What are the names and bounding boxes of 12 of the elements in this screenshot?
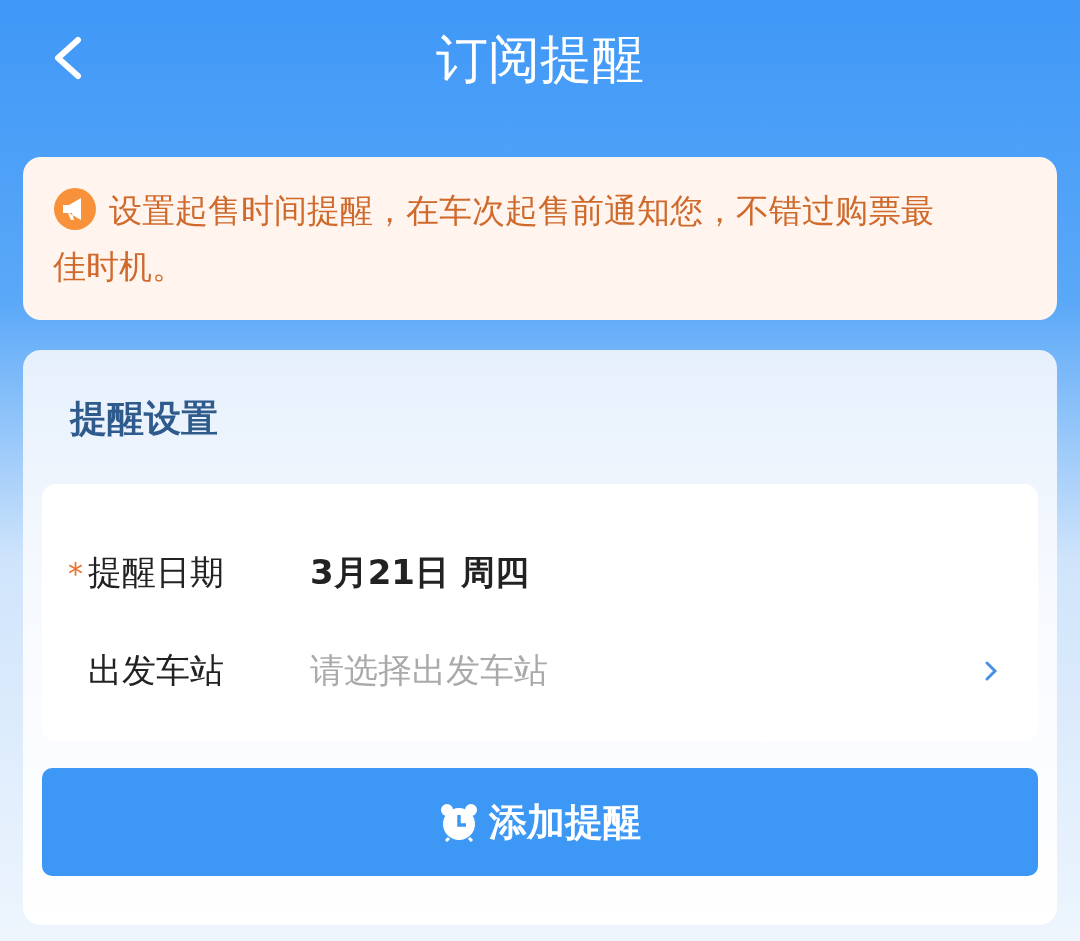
required-mark: *: [68, 555, 83, 591]
megaphone-icon: [53, 187, 97, 231]
field-label: 提醒日期: [88, 551, 225, 594]
station-select[interactable]: 出发车站 请选择出发车站: [42, 622, 1038, 720]
field-value: 3月21日 周四: [310, 551, 529, 594]
alarm-clock-icon: [439, 802, 479, 842]
page-title: 订阅提醒: [436, 28, 644, 91]
section-title: 提醒设置: [68, 396, 219, 442]
field-placeholder: 请选择出发车站: [310, 649, 549, 692]
notice-text: 设置起售时间提醒，在车次起售前通知您，不错过购票最佳时机。: [53, 183, 1027, 295]
chevron-right-icon: [984, 660, 998, 682]
field-label: 出发车站: [88, 649, 225, 692]
